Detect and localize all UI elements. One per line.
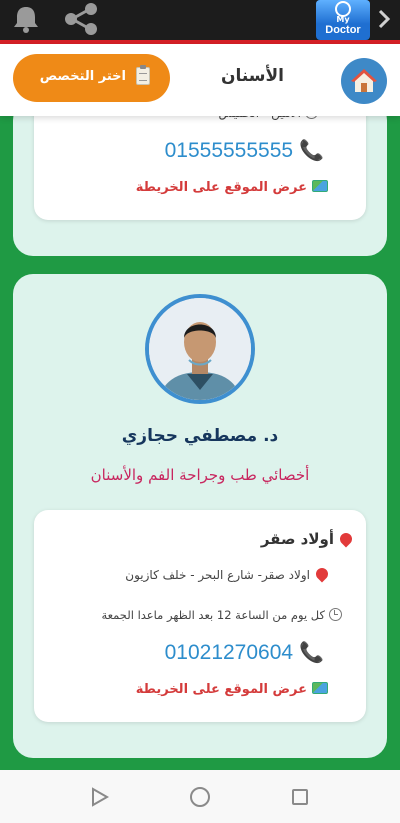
doctor-card: د. مصطفي حجازي أخصائي طب وجراحة الفم وال… [13,274,387,758]
phone-number[interactable]: 01555555555 [165,139,293,162]
phone-row[interactable]: 📞 01555555555 [165,138,324,163]
map-link-text[interactable]: عرض الموقع على الخريطة [136,682,307,697]
phone-row[interactable]: 📞 01021270604 [165,640,324,665]
doctor-card: الاثنين - الخميس 📞01555555555 عرض الموقع… [13,100,387,256]
location-box: أولاد صقر اولاد صقر- شارع البحر - خلف كا… [34,510,366,722]
clipboard-icon [136,65,150,85]
home-button[interactable] [341,58,387,104]
app-header: الأسنان اختر التخصص [0,44,400,116]
address-text: اولاد صقر- شارع البحر - خلف كازيون [125,568,310,582]
map-link-text[interactable]: عرض الموقع على الخريطة [136,180,307,195]
location-title-row: أولاد صقر [260,530,355,548]
page-title: الأسنان [220,66,284,86]
location-pin-icon [337,530,355,548]
address-row: اولاد صقر- شارع البحر - خلف كازيون [125,565,331,583]
location-title: أولاد صقر [260,530,334,548]
choose-specialty-label: اختر التخصص [39,69,126,84]
address-pin-icon [313,565,331,583]
share-icon[interactable] [60,2,102,36]
bell-icon[interactable] [10,4,42,34]
status-bar: My Doctor [0,0,400,40]
phone-icon: 📞 [299,140,324,162]
choose-specialty-button[interactable]: اختر التخصص [13,54,170,102]
system-nav-bar [0,770,400,823]
phone-number[interactable]: 01021270604 [165,641,293,664]
map-icon [312,682,328,694]
clock-icon [329,608,342,621]
app-logo: My Doctor [316,0,370,40]
map-link[interactable]: عرض الموقع على الخريطة [136,682,328,697]
logo-my-text: My [336,15,350,24]
doctor-name: د. مصطفي حجازي [121,426,279,446]
hours-row: كل يوم من الساعة 12 بعد الظهر ماعدا الجم… [101,608,342,622]
hours-text: كل يوم من الساعة 12 بعد الظهر ماعدا الجم… [101,608,325,622]
doctor-photo [149,298,251,400]
phone-icon: 📞 [299,642,324,664]
home-icon [351,69,377,92]
back-triangle-icon[interactable] [90,787,110,807]
location-box: الاثنين - الخميس 📞01555555555 عرض الموقع… [34,100,366,220]
recent-square-icon[interactable] [292,789,308,805]
map-icon [312,180,328,192]
chevron-right-icon[interactable] [372,4,396,34]
logo-doctor-text: Doctor [325,24,361,36]
doctor-specialty: أخصائي طب وجراحة الفم والأسنان [90,466,310,484]
home-circle-icon[interactable] [190,787,210,807]
map-link[interactable]: عرض الموقع على الخريطة [136,180,328,195]
doctor-avatar [145,294,255,404]
